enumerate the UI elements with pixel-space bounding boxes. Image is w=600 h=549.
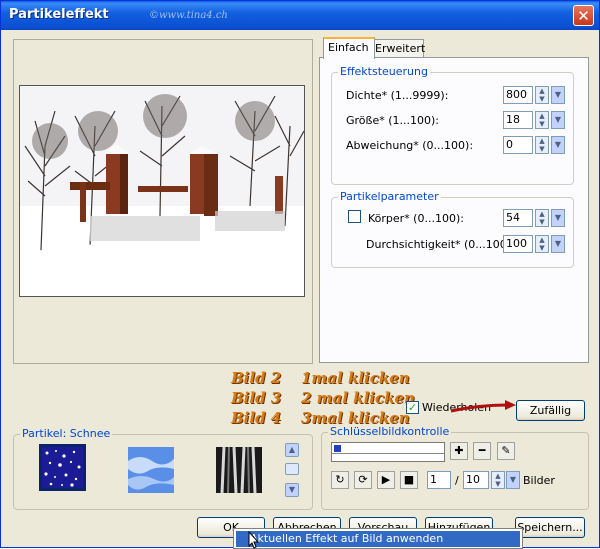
- koerper-label: Körper* (0...100):: [368, 212, 464, 225]
- effektsteuerung-legend: Effektsteuerung: [338, 65, 430, 78]
- play-icon[interactable]: ▶: [377, 471, 395, 489]
- black-streak-particle-icon: [216, 446, 262, 494]
- spin-down-icon[interactable]: ▼: [536, 120, 548, 128]
- spin-up-icon[interactable]: ▲: [536, 236, 548, 244]
- window-title: Partikeleffekt: [9, 7, 109, 22]
- add-keyframe-icon[interactable]: ✚: [450, 442, 468, 460]
- blue-cloud-particle-thumb[interactable]: [128, 447, 174, 493]
- abweichung-input[interactable]: 0: [503, 136, 533, 154]
- schluesselbild-legend: Schlüsselbildkontrolle: [328, 425, 452, 438]
- spin-up-icon[interactable]: ▲: [536, 112, 548, 120]
- groesse-input[interactable]: 18: [503, 111, 533, 129]
- total-frames-input[interactable]: 10: [463, 471, 489, 489]
- spin-down-icon[interactable]: ▼: [492, 480, 504, 488]
- annotation-bild-2: Bild 2: [231, 369, 282, 387]
- edit-keyframe-icon[interactable]: ✎: [497, 442, 515, 460]
- annotation-bild-3-action: 2 mal klicken: [301, 389, 415, 407]
- bilder-label: Bilder: [523, 474, 555, 487]
- snow-particle-icon: [42, 447, 83, 488]
- partikelparameter-group: Partikelparameter Körper* (0...100): 54 …: [331, 190, 574, 268]
- koerper-dropdown-button[interactable]: ▼: [551, 209, 565, 227]
- scroll-thumb[interactable]: [285, 463, 299, 475]
- dichte-spin-arrows[interactable]: ▲ ▼: [535, 86, 549, 104]
- annotation-bild-4: Bild 4: [231, 409, 282, 427]
- partikel-legend: Partikel: Schnee: [20, 427, 113, 440]
- abweichung-spinbox: 0 ▲ ▼ ▼: [503, 136, 565, 154]
- keyframe-timeline[interactable]: [331, 442, 445, 462]
- spin-up-icon[interactable]: ▲: [536, 87, 548, 95]
- spin-up-icon[interactable]: ▲: [536, 137, 548, 145]
- koerper-input[interactable]: 54: [503, 209, 533, 227]
- tab-erweitert[interactable]: Erweitert: [370, 39, 425, 58]
- blue-cloud-particle-icon: [128, 447, 174, 493]
- durchsichtigkeit-spin-arrows[interactable]: ▲ ▼: [535, 235, 549, 253]
- spin-down-icon[interactable]: ▼: [536, 145, 548, 153]
- partikel-scrollbar[interactable]: ▲ ▼: [285, 443, 299, 497]
- snow-particle-thumb[interactable]: [39, 444, 86, 491]
- total-frames-spinbox: 10 ▲ ▼ ▼: [463, 471, 525, 489]
- dichte-spinbox: 800 ▲ ▼ ▼: [503, 86, 565, 104]
- winter-scene-image: [20, 86, 304, 296]
- effektsteuerung-group: Effektsteuerung Dichte* (1...9999): 800 …: [331, 65, 574, 185]
- annotation-bild-2-action: 1mal klicken: [301, 369, 410, 387]
- groesse-dropdown-button[interactable]: ▼: [551, 111, 565, 129]
- timeline-track: [332, 453, 444, 454]
- close-button[interactable]: ✕: [573, 5, 594, 26]
- context-menu: Aktuellen Effekt auf Bild anwenden: [233, 528, 523, 549]
- scroll-down-icon[interactable]: ▼: [285, 483, 299, 497]
- koerper-spin-arrows[interactable]: ▲ ▼: [535, 209, 549, 227]
- loop-icon[interactable]: ↻: [331, 471, 349, 489]
- groesse-spinbox: 18 ▲ ▼ ▼: [503, 111, 565, 129]
- spin-down-icon[interactable]: ▼: [536, 95, 548, 103]
- total-frames-spin-arrows[interactable]: ▲ ▼: [491, 471, 505, 489]
- menu-item-apply-effect[interactable]: Aktuellen Effekt auf Bild anwenden: [236, 531, 520, 547]
- koerper-checkbox[interactable]: [348, 210, 361, 223]
- groesse-label: Größe* (1...100):: [346, 114, 440, 127]
- frame-separator: /: [455, 474, 459, 487]
- dichte-label: Dichte* (1...9999):: [346, 89, 449, 102]
- dialog-window: Partikeleffekt ©www.tina4.ch ✕ Einfach E…: [0, 0, 600, 549]
- title-bar[interactable]: Partikeleffekt ©www.tina4.ch ✕: [1, 1, 599, 30]
- black-streak-particle-thumb[interactable]: [216, 446, 262, 494]
- watermark: ©www.tina4.ch: [149, 10, 228, 21]
- zufaellig-button[interactable]: Zufällig: [516, 400, 585, 421]
- wiederholen-checkbox[interactable]: ✓: [406, 401, 419, 414]
- speichern-button[interactable]: Speichern...: [515, 517, 585, 538]
- mouse-cursor-icon: [248, 531, 260, 549]
- tab-panel-einfach: Effektsteuerung Dichte* (1...9999): 800 …: [319, 57, 589, 363]
- frame-number-input[interactable]: 1: [427, 471, 451, 489]
- annotation-bild-3: Bild 3: [231, 389, 282, 407]
- abweichung-label: Abweichung* (0...100):: [346, 139, 474, 152]
- scroll-up-icon[interactable]: ▲: [285, 443, 299, 457]
- remove-keyframe-icon[interactable]: ━: [473, 442, 491, 460]
- stop-icon[interactable]: ■: [400, 471, 418, 489]
- abweichung-spin-arrows[interactable]: ▲ ▼: [535, 136, 549, 154]
- partikelparameter-legend: Partikelparameter: [338, 190, 441, 203]
- refresh-icon[interactable]: ⟳: [354, 471, 372, 489]
- koerper-spinbox: 54 ▲ ▼ ▼: [503, 209, 565, 227]
- abweichung-dropdown-button[interactable]: ▼: [551, 136, 565, 154]
- durchsichtigkeit-input[interactable]: 100: [503, 235, 533, 253]
- red-arrow-icon: [450, 400, 516, 413]
- spin-down-icon[interactable]: ▼: [536, 244, 548, 252]
- durchsichtigkeit-dropdown-button[interactable]: ▼: [551, 235, 565, 253]
- preview-image: [19, 85, 305, 297]
- tab-einfach[interactable]: Einfach: [323, 37, 375, 59]
- dichte-dropdown-button[interactable]: ▼: [551, 86, 565, 104]
- spin-up-icon[interactable]: ▲: [536, 210, 548, 218]
- durchsichtigkeit-spinbox: 100 ▲ ▼ ▼: [503, 235, 565, 253]
- durchsichtigkeit-label: Durchsichtigkeit* (0...100):: [366, 238, 515, 251]
- groesse-spin-arrows[interactable]: ▲ ▼: [535, 111, 549, 129]
- dichte-input[interactable]: 800: [503, 86, 533, 104]
- total-frames-dropdown-button[interactable]: ▼: [506, 471, 520, 489]
- keyframe-marker-icon[interactable]: [334, 445, 341, 452]
- spin-down-icon[interactable]: ▼: [536, 218, 548, 226]
- spin-up-icon[interactable]: ▲: [492, 472, 504, 480]
